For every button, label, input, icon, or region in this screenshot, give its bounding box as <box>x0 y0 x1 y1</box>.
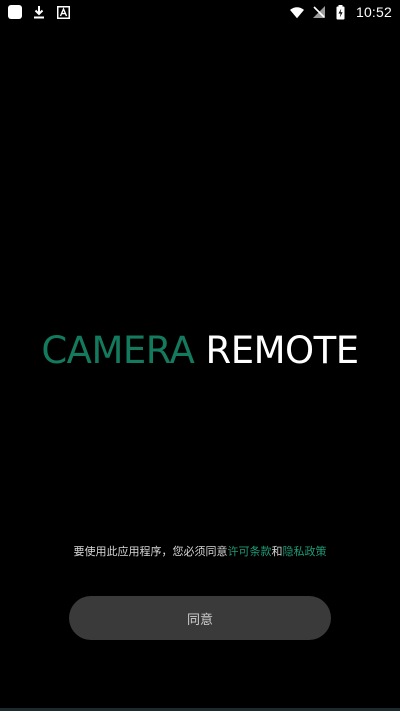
font-a-icon <box>56 5 70 19</box>
app-logo: CAMERA REMOTE <box>0 326 400 376</box>
no-sim-icon <box>312 5 326 19</box>
consent-conjunction: 和 <box>271 545 283 558</box>
privacy-policy-link[interactable]: 隐私政策 <box>283 545 327 558</box>
download-icon <box>32 5 46 19</box>
status-bar-notifications <box>8 5 70 19</box>
battery-charging-icon <box>334 4 348 19</box>
consent-message: 要使用此应用程序，您必须同意许可条款和隐私政策 <box>0 543 400 561</box>
license-terms-link[interactable]: 许可条款 <box>228 545 272 558</box>
agree-button[interactable]: 同意 <box>69 596 331 640</box>
wifi-icon <box>289 5 304 19</box>
status-bar-system: 10:52 <box>289 4 392 20</box>
logo-remote-text: REMOTE <box>205 329 360 372</box>
consent-prefix: 要使用此应用程序，您必须同意 <box>73 545 228 558</box>
status-bar-time: 10:52 <box>355 4 392 20</box>
app-notification-icon <box>8 5 22 19</box>
agree-button-label: 同意 <box>186 612 213 628</box>
logo-camera-text: CAMERA <box>41 329 195 372</box>
status-bar: 10:52 <box>0 0 400 24</box>
